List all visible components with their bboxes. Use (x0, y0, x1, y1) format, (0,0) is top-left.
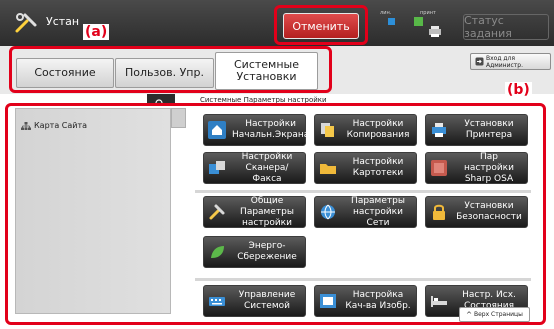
print-status-indicator (414, 17, 423, 26)
job-status-button[interactable]: Статус задания (463, 14, 549, 40)
line-status-indicator (388, 18, 395, 25)
printer-icon (429, 26, 441, 37)
login-icon (475, 57, 484, 66)
admin-login-button[interactable]: Вход для Администр. (470, 53, 551, 70)
content-highlight (5, 103, 546, 325)
tools-icon (15, 13, 37, 33)
admin-login-label: Вход для Администр. (486, 54, 524, 69)
annotation-label-a: (a) (83, 24, 110, 40)
tabs-highlight (9, 46, 332, 93)
print-status-label: принт (420, 10, 436, 16)
line-status-label: лин. (380, 10, 392, 16)
annotation-label-b: (b) (505, 82, 532, 98)
header-title: Устан (46, 15, 80, 28)
cancel-highlight (274, 5, 368, 45)
